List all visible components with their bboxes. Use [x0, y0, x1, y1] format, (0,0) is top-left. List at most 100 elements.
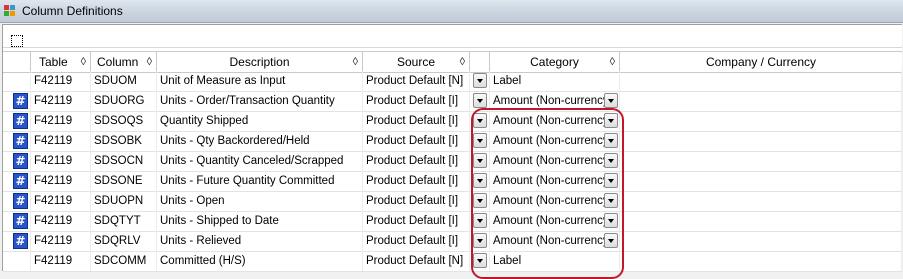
cell-company-currency[interactable] [620, 131, 902, 151]
cell-description: Committed (H/S) [157, 251, 363, 271]
category-select[interactable]: Amount (Non-currency) [490, 231, 620, 251]
chevron-down-icon[interactable] [604, 133, 618, 148]
source-dropdown-cell[interactable] [470, 231, 490, 251]
header-source[interactable]: Source ◊ [363, 52, 470, 72]
cell-company-currency[interactable] [620, 71, 902, 91]
chevron-down-icon[interactable] [473, 193, 487, 208]
chevron-down-icon[interactable] [473, 233, 487, 248]
cell-category: Amount (Non-currency) [493, 215, 613, 227]
chevron-down-icon[interactable] [473, 173, 487, 188]
chevron-down-icon[interactable] [473, 133, 487, 148]
table-row[interactable]: # F42119 SDSONE Units - Future Quantity Com… [3, 171, 902, 192]
row-selector[interactable]: # [3, 111, 31, 131]
row-selector[interactable]: # [3, 211, 31, 231]
chevron-down-icon[interactable] [473, 93, 487, 108]
source-dropdown-cell[interactable] [470, 191, 490, 211]
header-source-label: Source [396, 55, 436, 69]
filter-cell[interactable] [11, 35, 23, 47]
table-row[interactable]: # F42119 SDQRLV Units - Relieved Product Def… [3, 231, 902, 252]
sort-diamond-icon[interactable]: ◊ [147, 52, 152, 72]
cell-company-currency[interactable] [620, 191, 902, 211]
chevron-down-icon[interactable] [604, 173, 618, 188]
chevron-down-icon[interactable] [604, 113, 618, 128]
category-select[interactable]: Label [490, 71, 620, 91]
row-selector[interactable]: # [3, 171, 31, 191]
cell-company-currency[interactable] [620, 251, 902, 271]
source-dropdown-cell[interactable] [470, 211, 490, 231]
table-row[interactable]: # F42119 SDSOBK Units - Qty Backordered/Hel… [3, 131, 902, 152]
header-select[interactable] [3, 52, 31, 72]
cell-table: F42119 [31, 231, 91, 251]
chevron-down-icon[interactable] [604, 153, 618, 168]
table-row[interactable]: # F42119 SDQTYT Units - Shipped to Date Prod… [3, 211, 902, 232]
header-company-currency[interactable]: Company / Currency [620, 52, 902, 72]
row-selector[interactable]: # [3, 231, 31, 251]
chevron-down-icon[interactable] [473, 253, 487, 268]
row-selector[interactable] [3, 251, 31, 271]
sort-diamond-icon[interactable]: ◊ [353, 52, 358, 72]
cell-source: Product Default [I] [363, 91, 470, 111]
category-select[interactable]: Amount (Non-currency) [490, 91, 620, 111]
header-table-label: Table [39, 55, 68, 69]
cell-company-currency[interactable] [620, 211, 902, 231]
cell-table: F42119 [31, 171, 91, 191]
source-dropdown-cell[interactable] [470, 151, 490, 171]
cell-source: Product Default [I] [363, 111, 470, 131]
sort-diamond-icon[interactable]: ◊ [610, 52, 615, 72]
source-dropdown-cell[interactable] [470, 251, 490, 271]
title-bar: Column Definitions [0, 0, 903, 23]
table-row[interactable]: # F42119 SDUORG Units - Order/Transaction Q… [3, 91, 902, 112]
category-select[interactable]: Amount (Non-currency) [490, 151, 620, 171]
cell-category: Amount (Non-currency) [493, 95, 613, 107]
source-dropdown-cell[interactable] [470, 171, 490, 191]
cell-company-currency[interactable] [620, 111, 902, 131]
table-row[interactable]: F42119 SDCOMM Committed (H/S) Product Defau… [3, 251, 902, 272]
chevron-down-icon[interactable] [473, 213, 487, 228]
cell-company-currency[interactable] [620, 231, 902, 251]
chevron-down-icon[interactable] [473, 73, 487, 88]
header-description-label: Description [229, 55, 290, 69]
category-select[interactable]: Amount (Non-currency) [490, 131, 620, 151]
category-select[interactable]: Amount (Non-currency) [490, 171, 620, 191]
source-dropdown-cell[interactable] [470, 71, 490, 91]
table-row[interactable]: # F42119 SDUOPN Units - Open Product Default… [3, 191, 902, 212]
row-selector[interactable]: # [3, 191, 31, 211]
cell-category: Amount (Non-currency) [493, 175, 613, 187]
source-dropdown-cell[interactable] [470, 91, 490, 111]
chevron-down-icon[interactable] [604, 93, 618, 108]
chevron-down-icon[interactable] [473, 113, 487, 128]
category-select[interactable]: Amount (Non-currency) [490, 111, 620, 131]
hash-icon: # [13, 233, 28, 249]
source-dropdown-cell[interactable] [470, 131, 490, 151]
cell-category: Amount (Non-currency) [493, 235, 613, 247]
chevron-down-icon[interactable] [473, 153, 487, 168]
chevron-down-icon[interactable] [604, 213, 618, 228]
table-row[interactable]: # F42119 SDSOQS Quantity Shipped Product Def… [3, 111, 902, 132]
row-selector[interactable]: # [3, 91, 31, 111]
cell-category: Amount (Non-currency) [493, 115, 613, 127]
cell-table: F42119 [31, 151, 91, 171]
cell-description: Unit of Measure as Input [157, 71, 363, 91]
cell-company-currency[interactable] [620, 171, 902, 191]
header-category[interactable]: Category ◊ [490, 52, 620, 72]
cell-description: Units - Qty Backordered/Held [157, 131, 363, 151]
category-select[interactable]: Amount (Non-currency) [490, 191, 620, 211]
header-table[interactable]: Table ◊ [31, 52, 91, 72]
cell-company-currency[interactable] [620, 91, 902, 111]
header-description[interactable]: Description ◊ [157, 52, 363, 72]
chevron-down-icon[interactable] [604, 233, 618, 248]
sort-diamond-icon[interactable]: ◊ [81, 52, 86, 72]
chevron-down-icon[interactable] [604, 193, 618, 208]
cell-company-currency[interactable] [620, 151, 902, 171]
row-selector[interactable]: # [3, 151, 31, 171]
source-dropdown-cell[interactable] [470, 111, 490, 131]
category-select[interactable]: Amount (Non-currency) [490, 211, 620, 231]
cell-source: Product Default [N] [363, 71, 470, 91]
table-row[interactable]: F42119 SDUOM Unit of Measure as Input Produ… [3, 71, 902, 92]
row-selector[interactable] [3, 71, 31, 91]
sort-diamond-icon[interactable]: ◊ [460, 52, 465, 72]
row-selector[interactable]: # [3, 131, 31, 151]
header-column[interactable]: Column ◊ [91, 52, 157, 72]
category-select[interactable]: Label [490, 251, 620, 271]
table-row[interactable]: # F42119 SDSOCN Units - Quantity Canceled/S… [3, 151, 902, 172]
